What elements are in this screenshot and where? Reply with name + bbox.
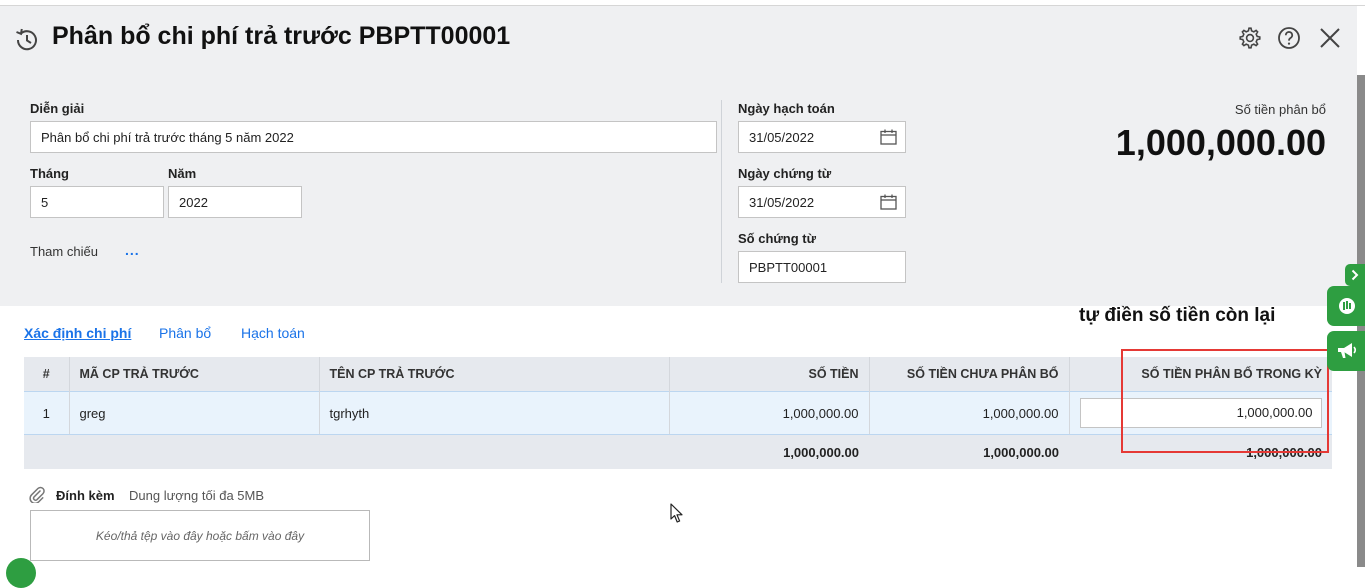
annotation-text: tự điền số tiền còn lại	[1079, 305, 1276, 326]
description-input[interactable]: Phân bổ chi phí trả trước tháng 5 năm 20…	[30, 121, 717, 153]
total-empty-3	[319, 434, 669, 469]
amount-label: Số tiền phân bổ	[1234, 102, 1326, 117]
col-index: #	[24, 357, 70, 392]
reference-label: Tham chiếu	[30, 244, 98, 259]
row-unallocated[interactable]: 1,000,000.00	[869, 391, 1070, 435]
megaphone-icon	[1338, 343, 1357, 358]
posting-date-label: Ngày hạch toán	[738, 101, 835, 116]
amount-value: 1,000,000.00	[1115, 122, 1326, 163]
voucher-date-input[interactable]: 31/05/2022	[738, 186, 906, 218]
paperclip-icon	[29, 486, 45, 503]
chevron-right-icon	[1351, 269, 1359, 281]
side-panel-toggle[interactable]	[1345, 264, 1365, 286]
help-icon[interactable]	[1276, 25, 1302, 51]
chat-support-button[interactable]	[1327, 286, 1365, 326]
tab-accounting[interactable]: Hạch toán	[241, 325, 305, 341]
posting-date-value: 31/05/2022	[749, 129, 815, 145]
col-amount[interactable]: SỐ TIỀN	[669, 357, 870, 392]
month-label: Tháng	[30, 166, 69, 181]
voucher-date-value: 31/05/2022	[749, 194, 815, 210]
voucher-date-label: Ngày chứng từ	[738, 166, 832, 181]
description-label: Diễn giải	[30, 101, 85, 116]
total-empty-2	[69, 434, 319, 469]
history-icon	[16, 28, 37, 51]
tab-cost-definition[interactable]: Xác định chi phí	[24, 325, 131, 341]
mouse-cursor-icon	[670, 503, 683, 523]
page-title: Phân bổ chi phí trả trước PBPTT00001	[52, 22, 511, 50]
posting-date-input[interactable]: 31/05/2022	[738, 121, 906, 153]
total-amount: 1,000,000.00	[669, 434, 869, 469]
year-label: Năm	[168, 166, 197, 181]
row-amount[interactable]: 1,000,000.00	[669, 391, 870, 435]
file-drop-zone[interactable]: Kéo/thả tệp vào đây hoặc bấm vào đây	[30, 510, 370, 561]
attachment-hint: Dung lượng tối đa 5MB	[129, 488, 265, 503]
chat-bubble-button[interactable]	[6, 558, 36, 588]
calendar-icon[interactable]	[880, 129, 897, 145]
close-icon[interactable]	[1317, 25, 1343, 51]
voucher-no-label: Số chứng từ	[738, 231, 817, 246]
calendar-icon[interactable]	[880, 194, 897, 210]
gear-icon[interactable]	[1237, 25, 1263, 51]
reference-link[interactable]: ...	[125, 242, 140, 258]
col-name[interactable]: TÊN CP TRẢ TRƯỚC	[319, 357, 670, 392]
total-unallocated: 1,000,000.00	[869, 434, 1069, 469]
row-index: 1	[24, 391, 70, 435]
column-divider	[721, 100, 722, 283]
announcement-button[interactable]	[1327, 331, 1365, 371]
attachment-label: Đính kèm	[56, 488, 115, 503]
col-code[interactable]: MÃ CP TRẢ TRƯỚC	[69, 357, 320, 392]
chat-icon	[1339, 298, 1355, 314]
year-input[interactable]: 2022	[168, 186, 302, 218]
row-name[interactable]: tgrhyth	[319, 391, 670, 435]
total-empty-1	[24, 434, 69, 469]
row-code[interactable]: greg	[69, 391, 320, 435]
voucher-no-input[interactable]: PBPTT00001	[738, 251, 906, 283]
col-unallocated[interactable]: SỐ TIỀN CHƯA PHÂN BỔ	[869, 357, 1070, 392]
highlight-box	[1121, 349, 1329, 453]
month-input[interactable]: 5	[30, 186, 164, 218]
tab-allocation[interactable]: Phân bổ	[159, 325, 211, 341]
